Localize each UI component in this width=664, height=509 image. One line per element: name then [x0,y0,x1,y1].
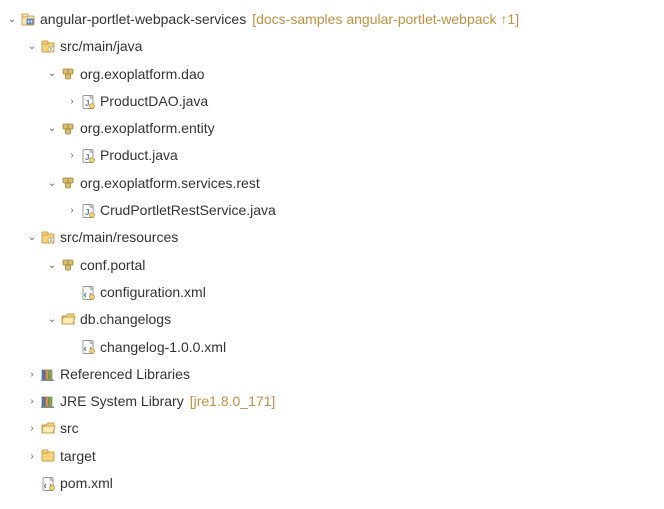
package-icon [60,175,76,191]
folder-open-icon [60,312,76,328]
node-label: angular-portlet-webpack-services [40,6,246,33]
library-icon [40,394,56,410]
jre-version-decoration: [jre1.8.0_171] [190,388,276,415]
expand-toggle-icon[interactable]: ⌄ [4,10,20,30]
node-label: configuration.xml [100,279,206,306]
referenced-libraries[interactable]: › Referenced Libraries [4,361,660,388]
folder-open-icon [40,421,56,437]
vcs-decoration: [docs-samples angular-portlet-webpack ↑1… [252,6,519,33]
package-icon [60,66,76,82]
file-pom-xml[interactable]: pom.xml [4,470,660,497]
expand-toggle-icon[interactable]: › [24,447,40,467]
node-label: conf.portal [80,252,145,279]
node-label: pom.xml [60,470,113,497]
expand-toggle-icon[interactable]: ⌄ [44,310,60,330]
expand-toggle-icon[interactable]: ⌄ [24,37,40,57]
node-label: target [60,443,96,470]
src-main-java[interactable]: ⌄ src/main/java [4,33,660,60]
package-icon [60,121,76,137]
expand-toggle-icon[interactable]: ⌄ [44,119,60,139]
expand-toggle-icon[interactable]: ⌄ [44,64,60,84]
node-label: src/main/resources [60,224,178,251]
folder-target[interactable]: › target [4,443,660,470]
node-label: org.exoplatform.dao [80,61,205,88]
node-label: ProductDAO.java [100,88,208,115]
node-label: Product.java [100,142,178,169]
xml-file-icon [80,285,96,301]
source-folder-icon [40,39,56,55]
xml-file-icon [80,339,96,355]
node-label: Referenced Libraries [60,361,190,388]
java-file-icon [80,148,96,164]
package-icon [60,257,76,273]
expand-toggle-icon[interactable]: › [64,92,80,112]
folder-db-changelogs[interactable]: ⌄ db.changelogs [4,306,660,333]
expand-toggle-icon[interactable]: › [24,365,40,385]
expand-toggle-icon[interactable]: › [24,392,40,412]
expand-toggle-icon[interactable]: ⌄ [44,256,60,276]
package-entity[interactable]: ⌄ org.exoplatform.entity [4,115,660,142]
source-folder-icon [40,230,56,246]
package-dao[interactable]: ⌄ org.exoplatform.dao [4,61,660,88]
node-label: db.changelogs [80,306,171,333]
node-label: org.exoplatform.entity [80,115,215,142]
package-services-rest[interactable]: ⌄ org.exoplatform.services.rest [4,170,660,197]
src-main-resources[interactable]: ⌄ src/main/resources [4,224,660,251]
expand-toggle-icon[interactable]: › [24,419,40,439]
xml-file-icon [40,476,56,492]
file-product-dao[interactable]: › ProductDAO.java [4,88,660,115]
node-label: org.exoplatform.services.rest [80,170,260,197]
java-file-icon [80,94,96,110]
project-tree: ⌄ angular-portlet-webpack-services [docs… [4,6,660,497]
expand-toggle-icon[interactable]: › [64,146,80,166]
expand-toggle-icon[interactable]: › [64,201,80,221]
project-icon [20,12,36,28]
node-label: JRE System Library [60,388,184,415]
project-root[interactable]: ⌄ angular-portlet-webpack-services [docs… [4,6,660,33]
jre-system-library[interactable]: › JRE System Library [jre1.8.0_171] [4,388,660,415]
file-product[interactable]: › Product.java [4,142,660,169]
node-label: CrudPortletRestService.java [100,197,276,224]
library-icon [40,367,56,383]
node-label: src/main/java [60,33,142,60]
folder-icon [40,448,56,464]
expand-toggle-icon[interactable]: ⌄ [44,174,60,194]
java-file-icon [80,203,96,219]
node-label: changelog-1.0.0.xml [100,334,226,361]
folder-src[interactable]: › src [4,415,660,442]
file-crud-rest-service[interactable]: › CrudPortletRestService.java [4,197,660,224]
file-configuration-xml[interactable]: configuration.xml [4,279,660,306]
expand-toggle-icon[interactable]: ⌄ [24,228,40,248]
node-label: src [60,415,79,442]
folder-conf-portal[interactable]: ⌄ conf.portal [4,252,660,279]
file-changelog-xml[interactable]: changelog-1.0.0.xml [4,334,660,361]
